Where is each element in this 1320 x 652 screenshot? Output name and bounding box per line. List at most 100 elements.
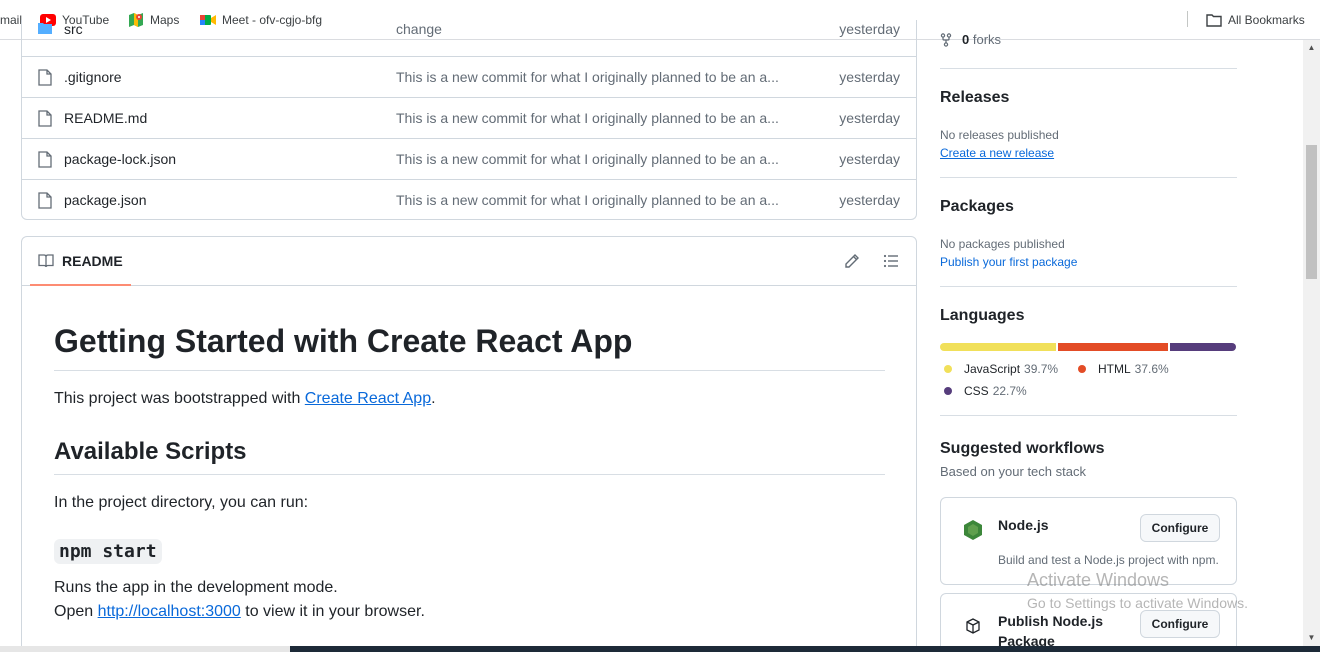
run-text: In the project directory, you can run: (54, 494, 309, 511)
language-bar (940, 343, 1236, 351)
language-bar-css (1169, 343, 1236, 351)
commit-message[interactable]: This is a new commit for what I original… (396, 110, 786, 126)
scroll-down-arrow-icon[interactable]: ▼ (1304, 632, 1319, 644)
language-name: HTML (1098, 362, 1131, 376)
bookmark-gmail-label: mail (0, 13, 23, 27)
page-scrollbar[interactable] (1303, 40, 1320, 646)
commit-time: yesterday (839, 110, 900, 126)
commit-message[interactable]: This is a new commit for what I original… (396, 151, 786, 167)
no-packages-text: No packages published (940, 237, 1065, 251)
packages-title[interactable]: Packages (940, 198, 1014, 216)
package-icon (966, 618, 980, 634)
dev-mode-paragraph: Runs the app in the development mode. Op… (54, 576, 885, 624)
commit-message[interactable]: This is a new commit for what I original… (396, 69, 786, 85)
npm-start-heading: npm start (54, 539, 885, 564)
taskbar-edge-light (0, 646, 290, 652)
list-icon[interactable] (883, 253, 899, 269)
commit-time: yesterday (839, 192, 900, 208)
workflow-title: Node.js (998, 517, 1049, 533)
language-html[interactable]: HTML 37.6% (1074, 362, 1169, 376)
file-icon (38, 69, 52, 86)
pencil-icon[interactable] (844, 253, 860, 269)
language-pct: 37.6% (1134, 362, 1169, 376)
activate-windows-title: Activate Windows (1027, 570, 1170, 590)
configure-button[interactable]: Configure (1140, 610, 1220, 638)
readme-header: README (22, 237, 916, 286)
tab-readme[interactable]: README (30, 237, 131, 286)
commit-message[interactable]: This is a new commit for what I original… (396, 192, 786, 208)
activate-windows-subtitle: Go to Settings to activate Windows. (1027, 595, 1248, 611)
language-dot (1078, 365, 1086, 373)
scrollbar-thumb[interactable] (1306, 145, 1317, 279)
book-icon (38, 253, 54, 267)
file-row[interactable]: package.json This is a new commit for wh… (22, 179, 916, 219)
bookmarks-separator (1187, 11, 1188, 27)
file-name[interactable]: .gitignore (64, 69, 122, 85)
file-name[interactable]: src (64, 21, 83, 37)
file-icon (38, 110, 52, 127)
intro-end: . (431, 390, 436, 407)
workflows-section: Suggested workflows Based on your tech s… (940, 415, 1237, 479)
all-bookmarks-label: All Bookmarks (1228, 13, 1305, 27)
taskbar-edge (0, 646, 1320, 652)
language-dot (944, 365, 952, 373)
open-text-end: to view it in your browser. (240, 603, 425, 620)
no-releases-text: No releases published (940, 128, 1059, 142)
publish-package-link[interactable]: Publish your first package (940, 255, 1077, 269)
file-row[interactable]: src change yesterday (22, 20, 916, 40)
language-name: JavaScript (964, 362, 1021, 376)
language-pct: 39.7% (1024, 362, 1059, 376)
file-row[interactable]: README.md This is a new commit for what … (22, 97, 916, 138)
forks-stat[interactable]: 0 forks (940, 32, 1001, 47)
workflow-desc: Build and test a Node.js project with np… (998, 553, 1219, 567)
dev-mode-text: Runs the app in the development mode. (54, 579, 338, 596)
releases-title[interactable]: Releases (940, 89, 1009, 107)
language-pct: 22.7% (992, 384, 1027, 398)
commit-time: yesterday (839, 151, 900, 167)
commit-message[interactable]: change (396, 21, 786, 37)
languages-section: Languages (940, 286, 1237, 324)
forks-label: forks (972, 32, 1002, 47)
language-dot (944, 387, 952, 395)
language-bar-html (1057, 343, 1168, 351)
releases-section: Releases No releases published Create a … (940, 68, 1237, 160)
configure-button[interactable]: Configure (1140, 514, 1220, 542)
create-release-link[interactable]: Create a new release (940, 146, 1054, 160)
all-bookmarks-button[interactable]: All Bookmarks (1200, 6, 1311, 34)
npm-start-code: npm start (54, 539, 162, 564)
workflow-title-line1: Publish Node.js (998, 613, 1104, 629)
available-scripts-heading: Available Scripts (54, 437, 885, 475)
readme-panel: README Getting Started with Create React… (21, 236, 917, 652)
readme-tab-label: README (62, 252, 123, 269)
language-css[interactable]: CSS 22.7% (940, 384, 1027, 398)
file-name[interactable]: README.md (64, 110, 147, 126)
readme-heading: Getting Started with Create React App (54, 321, 885, 371)
readme-intro: This project was bootstrapped with Creat… (54, 387, 885, 411)
language-name: CSS (964, 384, 989, 398)
create-react-app-link[interactable]: Create React App (305, 390, 431, 407)
language-bar-javascript (940, 343, 1056, 351)
open-text: Open (54, 603, 98, 620)
workflow-title: Publish Node.js Package (998, 611, 1103, 651)
nodejs-icon (964, 520, 982, 540)
commit-time: yesterday (839, 69, 900, 85)
file-name[interactable]: package.json (64, 192, 147, 208)
folder-icon (1206, 14, 1222, 27)
file-icon (38, 192, 52, 209)
localhost-link[interactable]: http://localhost:3000 (98, 603, 241, 620)
scroll-up-arrow-icon[interactable]: ▲ (1304, 42, 1319, 54)
file-name[interactable]: package-lock.json (64, 151, 176, 167)
file-list: src change yesterday .gitignore This is … (21, 20, 917, 220)
intro-text: This project was bootstrapped with (54, 390, 305, 407)
file-row[interactable]: package-lock.json This is a new commit f… (22, 138, 916, 179)
fork-icon (940, 32, 952, 47)
packages-section: Packages No packages published Publish y… (940, 177, 1237, 269)
folder-icon (38, 23, 52, 34)
commit-time: yesterday (839, 21, 900, 37)
file-icon (38, 151, 52, 168)
workflows-title: Suggested workflows (940, 440, 1105, 457)
readme-content: Getting Started with Create React App Th… (54, 297, 885, 624)
language-javascript[interactable]: JavaScript 39.7% (940, 362, 1058, 376)
file-row[interactable]: .gitignore This is a new commit for what… (22, 56, 916, 97)
languages-title: Languages (940, 307, 1025, 324)
